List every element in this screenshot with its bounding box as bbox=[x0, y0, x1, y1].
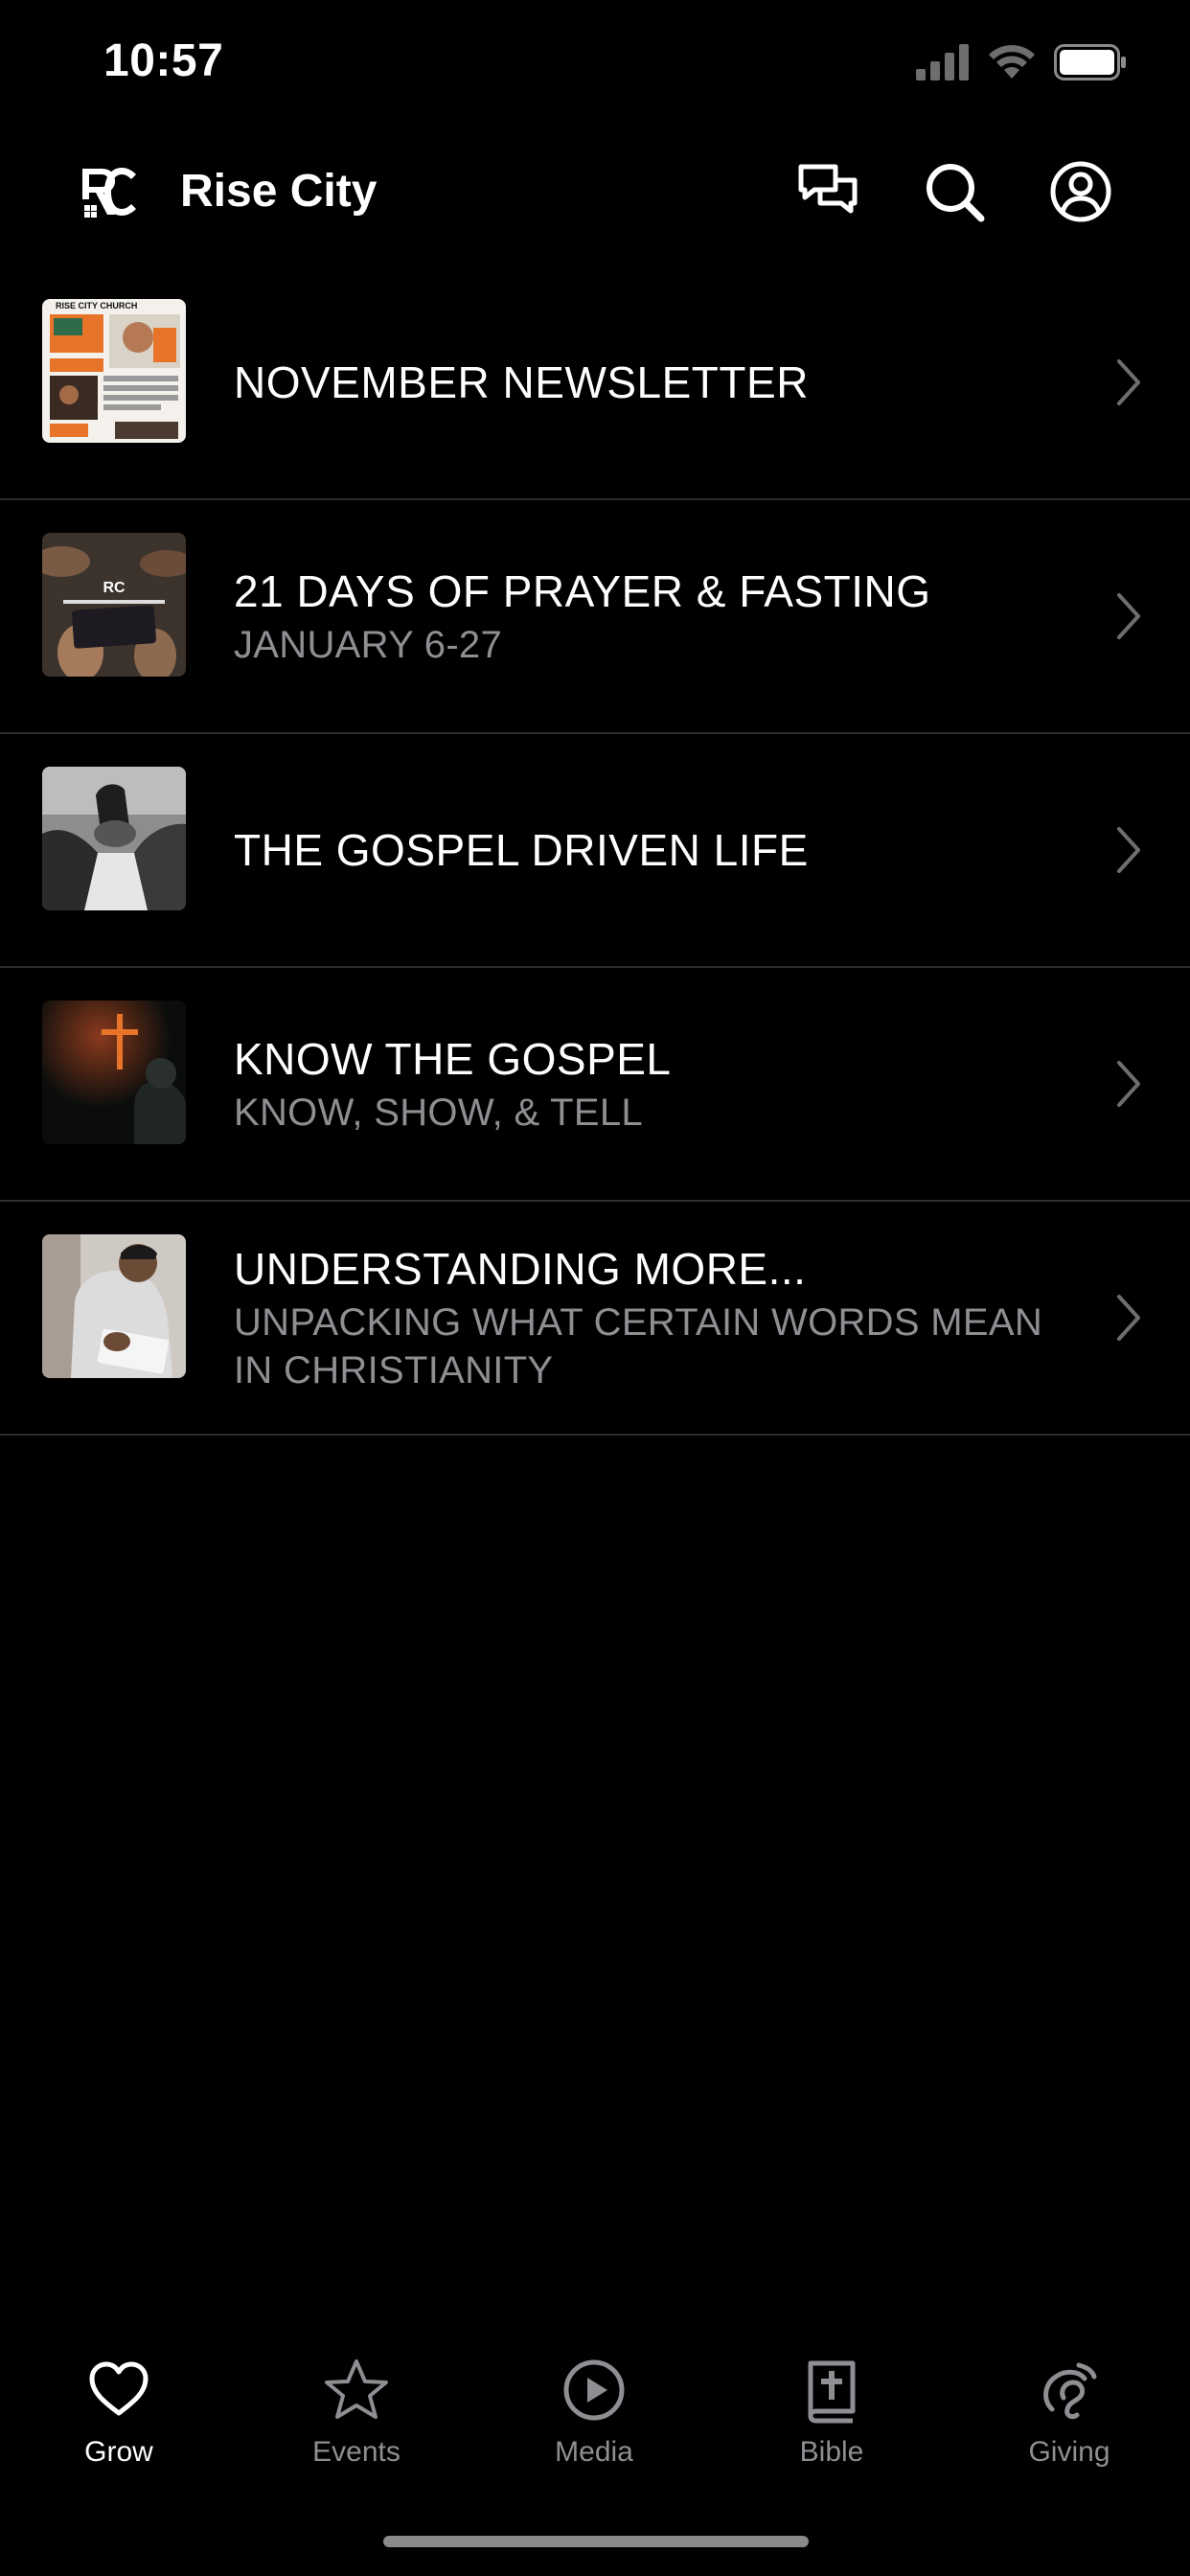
chevron-right-icon bbox=[1117, 1061, 1140, 1107]
bottom-tab-bar: Grow Events Media Bible Giving bbox=[0, 2338, 1190, 2492]
content-list: RISE CITY CHURCH NOVEMBER NEWSLETTER RC … bbox=[0, 266, 1190, 1436]
chat-bubbles-icon bbox=[798, 164, 858, 214]
tab-label: Media bbox=[555, 2436, 633, 2468]
list-item-november-newsletter[interactable]: RISE CITY CHURCH NOVEMBER NEWSLETTER bbox=[0, 266, 1190, 500]
list-item-title: THE GOSPEL DRIVEN LIFE bbox=[234, 825, 809, 875]
chevron-right-icon bbox=[1117, 827, 1140, 873]
thumbnail-gospel-driven-life bbox=[42, 767, 186, 910]
tab-label: Bible bbox=[799, 2436, 864, 2468]
tab-label: Grow bbox=[84, 2436, 153, 2468]
wifi-icon bbox=[989, 45, 1035, 79]
list-item-title: NOVEMBER NEWSLETTER bbox=[234, 357, 809, 407]
app-header: Rise City bbox=[0, 144, 1190, 240]
tab-label: Events bbox=[312, 2436, 400, 2468]
home-indicator[interactable] bbox=[383, 2536, 809, 2547]
tab-label: Giving bbox=[1028, 2436, 1110, 2468]
thumbnail-newsletter-label: RISE CITY CHURCH bbox=[56, 301, 137, 310]
heart-icon bbox=[89, 2361, 149, 2416]
search-icon bbox=[927, 164, 985, 222]
list-item-prayer-fasting[interactable]: RC 21 DAYS OF PRAYER & FASTING JANUARY 6… bbox=[0, 500, 1190, 734]
list-item-text: KNOW THE GOSPEL KNOW, SHOW, & TELL bbox=[234, 968, 1065, 1200]
list-item-gospel-driven-life[interactable]: THE GOSPEL DRIVEN LIFE bbox=[0, 734, 1190, 968]
list-item-title: KNOW THE GOSPEL bbox=[234, 1034, 672, 1084]
thumbnail-newsletter: RISE CITY CHURCH bbox=[42, 299, 186, 443]
play-circle-icon bbox=[563, 2359, 625, 2421]
list-item-subtitle: UNPACKING WHAT CERTAIN WORDS MEAN IN CHR… bbox=[234, 1301, 1043, 1392]
chevron-right-icon bbox=[1117, 359, 1140, 405]
list-item-know-the-gospel[interactable]: KNOW THE GOSPEL KNOW, SHOW, & TELL bbox=[0, 968, 1190, 1202]
tab-events[interactable]: Events bbox=[261, 2338, 452, 2492]
list-item-title: 21 DAYS OF PRAYER & FASTING bbox=[234, 566, 931, 616]
bible-icon bbox=[808, 2360, 856, 2424]
tab-media[interactable]: Media bbox=[498, 2338, 690, 2492]
star-icon bbox=[325, 2359, 388, 2419]
list-item-understanding-more[interactable]: UNDERSTANDING MORE... UNPACKING WHAT CER… bbox=[0, 1202, 1190, 1436]
thumbnail-know-the-gospel bbox=[42, 1000, 186, 1144]
chevron-right-icon bbox=[1117, 1295, 1140, 1341]
user-circle-icon bbox=[1050, 161, 1111, 222]
thumbnail-understanding-more bbox=[42, 1234, 186, 1378]
svg-text:RC: RC bbox=[103, 580, 126, 596]
tab-giving[interactable]: Giving bbox=[973, 2338, 1165, 2492]
profile-button[interactable] bbox=[1046, 157, 1115, 226]
messages-button[interactable] bbox=[793, 157, 862, 226]
search-button[interactable] bbox=[920, 157, 989, 226]
status-time: 10:57 bbox=[103, 35, 224, 86]
tab-bible[interactable]: Bible bbox=[736, 2338, 927, 2492]
list-item-subtitle: JANUARY 6-27 bbox=[234, 624, 503, 666]
app-title: Rise City bbox=[180, 166, 378, 217]
list-item-text: NOVEMBER NEWSLETTER bbox=[234, 266, 1065, 498]
rise-city-logo-icon bbox=[82, 168, 136, 218]
thumbnail-prayer-fasting: RC bbox=[42, 533, 186, 677]
list-item-subtitle: KNOW, SHOW, & TELL bbox=[234, 1092, 643, 1134]
list-item-text: 21 DAYS OF PRAYER & FASTING JANUARY 6-27 bbox=[234, 500, 1065, 732]
chevron-right-icon bbox=[1117, 593, 1140, 639]
tab-grow[interactable]: Grow bbox=[23, 2338, 215, 2492]
cellular-signal-icon bbox=[916, 44, 969, 80]
list-item-text: UNDERSTANDING MORE... UNPACKING WHAT CER… bbox=[234, 1202, 1065, 1434]
giving-icon bbox=[1043, 2362, 1097, 2420]
list-item-text: THE GOSPEL DRIVEN LIFE bbox=[234, 734, 1065, 966]
list-item-title: UNDERSTANDING MORE... bbox=[234, 1244, 807, 1294]
battery-icon bbox=[1054, 44, 1126, 80]
status-bar: 10:57 bbox=[0, 0, 1190, 134]
